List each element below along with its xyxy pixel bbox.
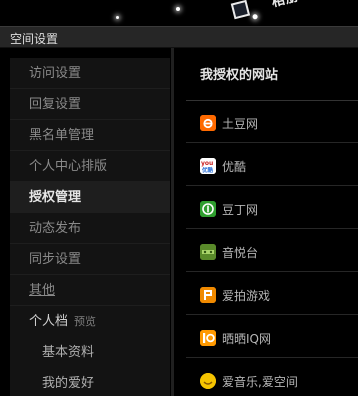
sidebar-item-hobbies[interactable]: 我的爱好 — [10, 368, 170, 396]
authorized-sites-panel: 我授权的网站 土豆网 you 优酷 优酷 豆丁网 音悦台 爱拍游戏 晒晒IQ网 … — [174, 48, 358, 396]
sidebar-item-reply[interactable]: 回复设置 — [10, 89, 170, 120]
page-title: 我授权的网站 — [200, 68, 279, 83]
album-badge-label: 相册 — [269, 0, 301, 11]
star-decoration — [116, 16, 119, 19]
sidebar-item-access[interactable]: 访问设置 — [10, 58, 170, 89]
imusic-icon — [200, 373, 216, 389]
site-row-yinyuetai[interactable]: 音悦台 — [186, 230, 358, 272]
site-row-imusic[interactable]: 爱音乐,爱空间 — [186, 359, 358, 396]
site-row-aipai[interactable]: 爱拍游戏 — [186, 273, 358, 315]
site-name: 晒晒IQ网 — [222, 332, 271, 346]
settings-header: 空间设置 — [0, 26, 358, 48]
site-name: 豆丁网 — [222, 203, 259, 217]
youku-icon: you 优酷 — [200, 158, 216, 174]
site-name: 土豆网 — [222, 117, 259, 131]
site-name: 音悦台 — [222, 246, 259, 260]
site-name: 爱音乐,爱空间 — [222, 375, 298, 389]
site-row-shaishaiiq[interactable]: 晒晒IQ网 — [186, 316, 358, 358]
svg-text:you: you — [201, 160, 213, 167]
star-decoration — [176, 7, 180, 11]
header-title: 空间设置 — [10, 32, 59, 46]
site-row-youku[interactable]: you 优酷 优酷 — [186, 144, 358, 186]
album-box-icon — [230, 0, 251, 20]
sidebar-item-authorization[interactable]: 授权管理 — [10, 182, 170, 213]
sidebar-item-blacklist[interactable]: 黑名单管理 — [10, 120, 170, 151]
site-name: 爱拍游戏 — [222, 289, 271, 303]
tudou-icon — [200, 115, 216, 131]
yinyuetai-icon — [200, 244, 216, 260]
sidebar-item-feed-publish[interactable]: 动态发布 — [10, 213, 170, 244]
top-banner: 相册 — [0, 0, 358, 26]
sidebar-item-sync[interactable]: 同步设置 — [10, 244, 170, 275]
star-decoration — [252, 13, 259, 20]
album-badge[interactable]: 相册 — [230, 0, 312, 26]
sidebar-item-other[interactable]: 其他 — [10, 275, 170, 306]
sidebar-item-basic-info[interactable]: 基本资料 — [10, 337, 170, 368]
profile-preview-link[interactable]: 预览 — [74, 315, 96, 328]
shaishaiiq-icon — [200, 330, 216, 346]
docin-icon — [200, 201, 216, 217]
sidebar-group-label: 个人档 — [29, 314, 69, 329]
site-row-tudou[interactable]: 土豆网 — [186, 101, 358, 143]
sidebar-item-layout[interactable]: 个人中心排版 — [10, 151, 170, 182]
settings-sidebar: 访问设置 回复设置 黑名单管理 个人中心排版 授权管理 动态发布 同步设置 其他… — [10, 58, 170, 396]
site-name: 优酷 — [222, 160, 247, 174]
site-row-docin[interactable]: 豆丁网 — [186, 187, 358, 229]
aipai-icon — [200, 287, 216, 303]
svg-text:优酷: 优酷 — [202, 166, 214, 174]
sidebar-group-profile: 个人档 预览 — [10, 306, 170, 337]
